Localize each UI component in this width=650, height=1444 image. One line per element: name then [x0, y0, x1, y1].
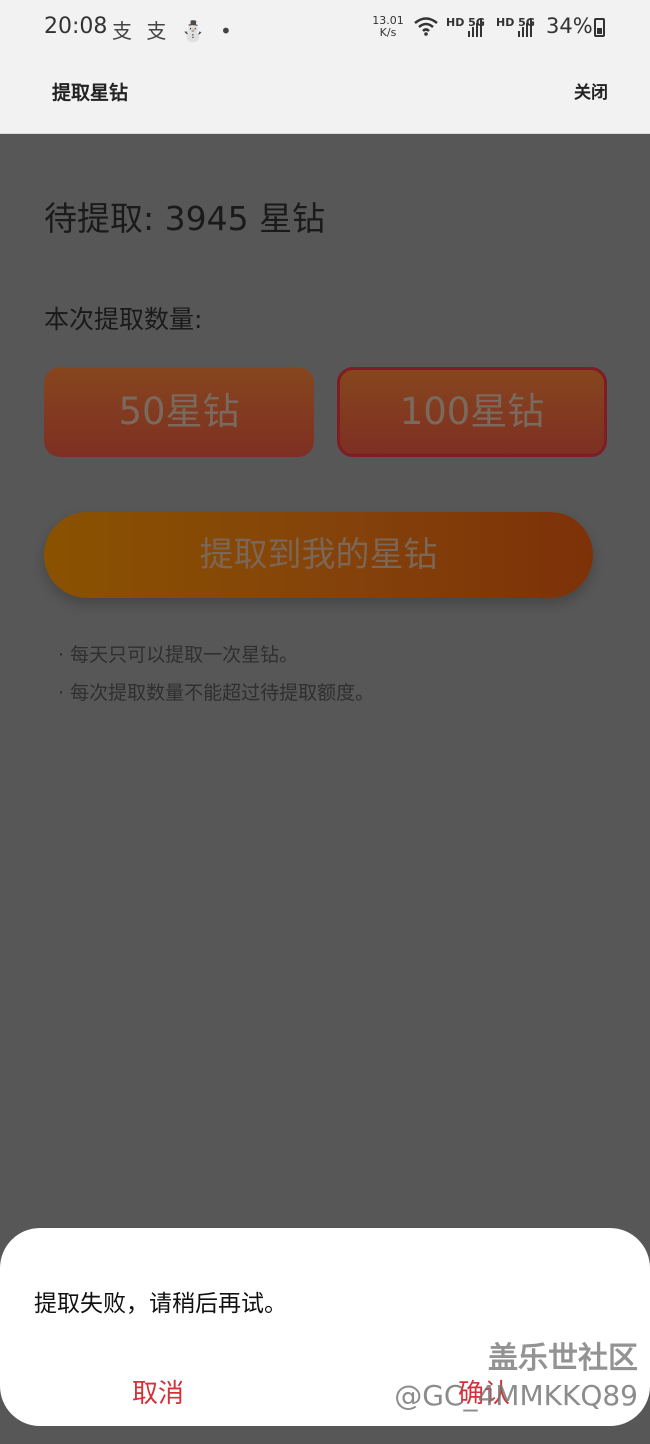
signal-bars-icon	[468, 17, 482, 41]
status-time: 20:08	[44, 14, 108, 39]
status-bar: 20:08 支 支 ⛄ • 13.01 K/s HD 5G HD 5G 34%	[0, 0, 650, 56]
watermark: 盖乐世社区 @GC_4MMKKQ89	[372, 1340, 638, 1414]
amount-label: 本次提取数量:	[44, 305, 203, 334]
option-50-button[interactable]: 50星钻	[44, 367, 314, 457]
net-speed-unit: K/s	[379, 26, 397, 39]
signal-bars-icon	[518, 17, 532, 41]
net-speed: 13.01 K/s	[372, 15, 404, 39]
note-item: · 每天只可以提取一次星钻。	[58, 644, 299, 666]
note-item: · 每次提取数量不能超过待提取额度。	[58, 682, 375, 704]
dialog-message: 提取失败，请稍后再试。	[34, 1291, 287, 1317]
battery-icon	[594, 18, 605, 37]
page-title: 提取星钻	[52, 82, 129, 104]
notification-icons: 支 支 ⛄ •	[112, 19, 236, 43]
cancel-button[interactable]: 取消	[132, 1373, 184, 1410]
extract-button[interactable]: 提取到我的星钻	[44, 512, 593, 598]
app-header: 提取星钻 关闭	[0, 56, 650, 134]
wifi-icon	[413, 15, 439, 41]
notes: · 每天只可以提取一次星钻。 · 每次提取数量不能超过待提取额度。	[58, 636, 374, 712]
close-button[interactable]: 关闭	[574, 78, 608, 103]
option-100-button[interactable]: 100星钻	[337, 367, 607, 457]
pending-amount: 待提取: 3945 星钻	[44, 199, 326, 238]
watermark-user: @GC_4MMKKQ89	[394, 1379, 638, 1412]
battery-percent: 34%	[546, 14, 593, 38]
watermark-brand: 盖乐世社区	[488, 1341, 638, 1376]
